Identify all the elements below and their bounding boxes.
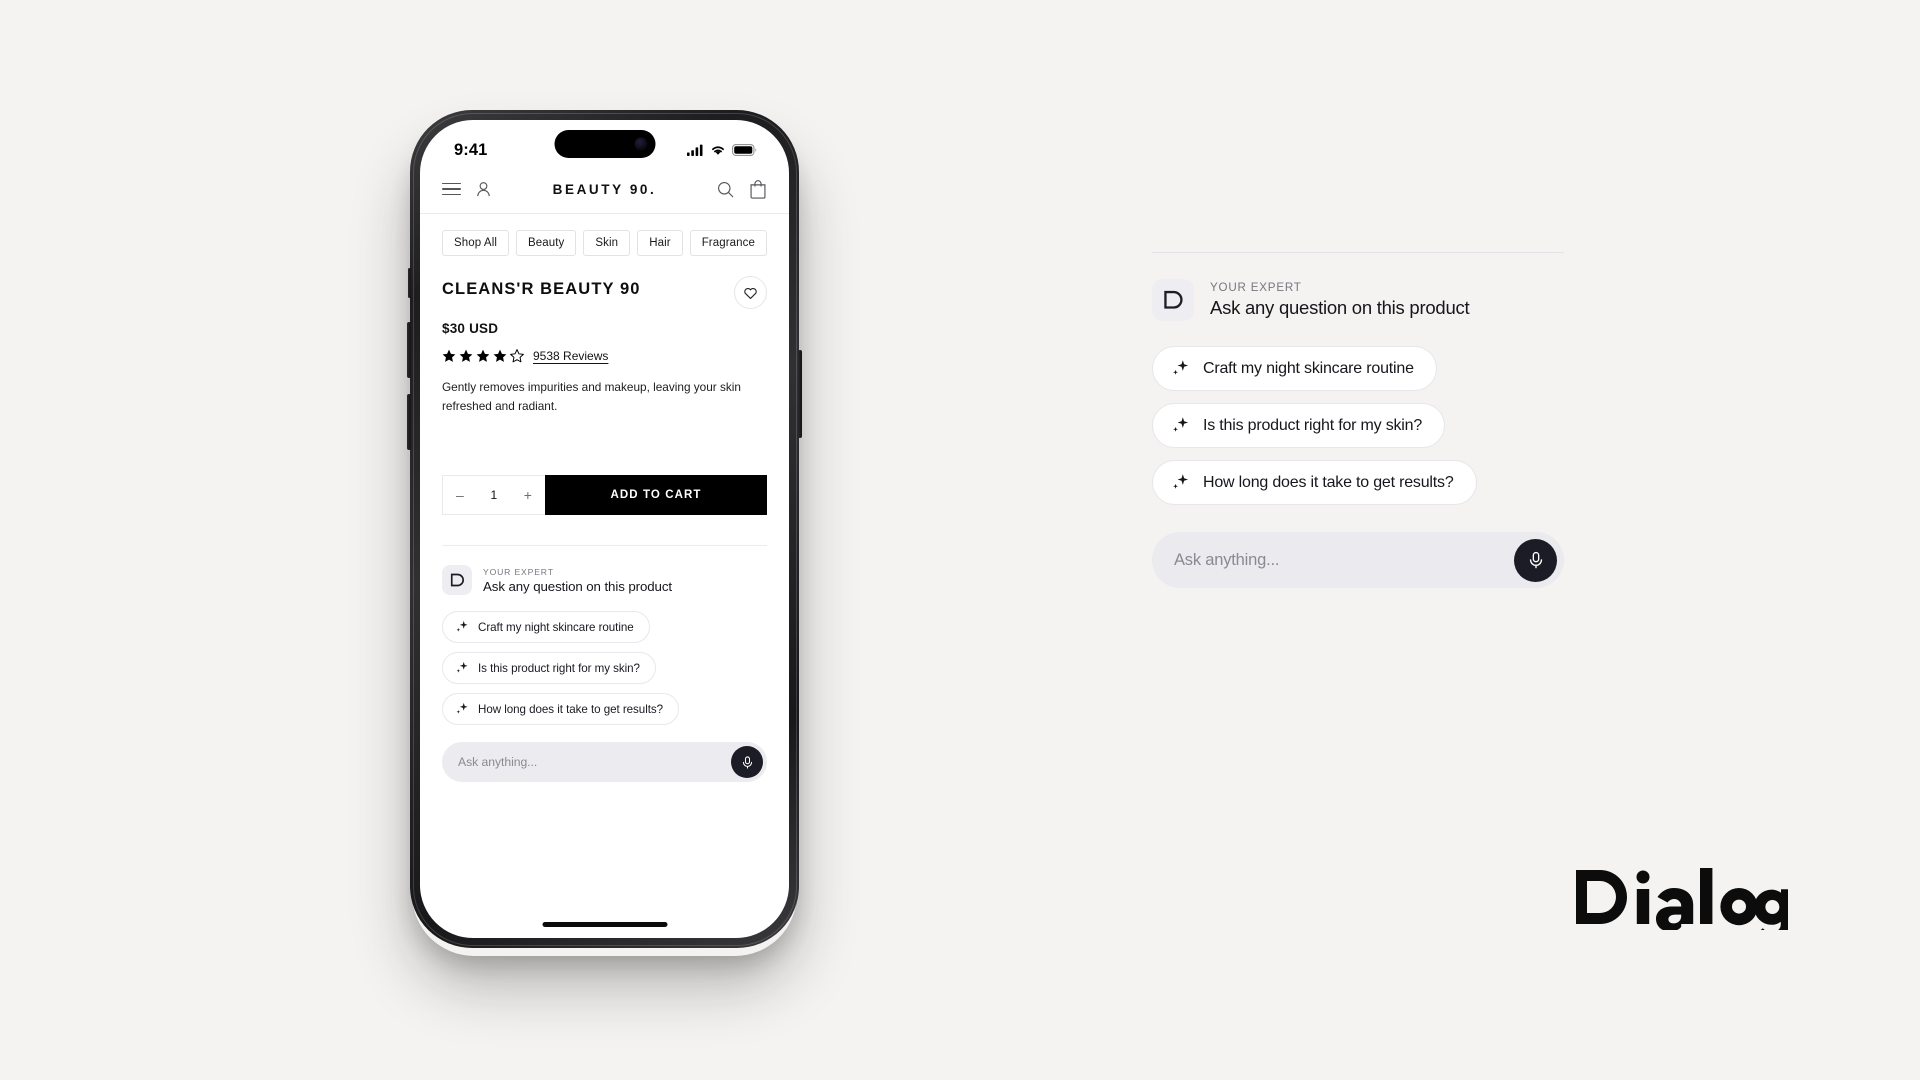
microphone-icon [1529, 551, 1542, 569]
home-indicator [542, 922, 667, 927]
status-icons [687, 138, 757, 156]
ask-input-bar[interactable]: Ask anything... [442, 742, 767, 783]
product-rating: 9538 Reviews [442, 349, 767, 363]
sparkle-icon [1173, 360, 1189, 375]
category-pill-hair[interactable]: Hair [637, 230, 683, 256]
ask-input-placeholder[interactable]: Ask anything... [458, 755, 731, 769]
star-filled-icon [459, 349, 473, 362]
menu-icon[interactable] [442, 182, 461, 196]
header-left-actions [442, 180, 493, 199]
status-bar: 9:41 [420, 120, 789, 174]
phone-silent-switch[interactable] [408, 268, 411, 298]
voice-input-button[interactable] [731, 746, 763, 779]
shopping-bag-icon[interactable] [749, 179, 767, 199]
suggestion-chip[interactable]: Is this product right for my skin? [442, 652, 656, 685]
expert-panel: YOUR EXPERT Ask any question on this pro… [1152, 252, 1564, 588]
star-half-icon [510, 349, 524, 363]
phone-screen: 9:41 BEAUTY 90. Shop All Beauty Skin Hai… [420, 120, 789, 938]
panel-headline: Ask any question on this product [1210, 297, 1470, 318]
ask-input-bar[interactable]: Ask anything... [1152, 532, 1564, 588]
microphone-icon [742, 756, 752, 769]
star-rating [442, 349, 524, 363]
panel-text-group: YOUR EXPERT Ask any question on this pro… [1210, 281, 1470, 319]
panel-suggestion-list: Craft my night skincare routine Is this … [1152, 346, 1564, 505]
phone-power-button[interactable] [798, 350, 802, 438]
screenshot-root: 9:41 BEAUTY 90. Shop All Beauty Skin Hai… [0, 0, 1920, 1080]
category-pill-fragrance[interactable]: Fragrance [689, 230, 768, 256]
purchase-row: – 1 + ADD TO CART [442, 475, 767, 516]
category-pill-shop-all[interactable]: Shop All [442, 230, 509, 256]
phone-frame: 9:41 BEAUTY 90. Shop All Beauty Skin Hai… [407, 110, 802, 948]
quantity-decrement-button[interactable]: – [456, 488, 464, 502]
expert-header: YOUR EXPERT Ask any question on this pro… [442, 565, 767, 596]
panel-top-divider [1152, 252, 1564, 253]
sparkle-icon [456, 621, 468, 632]
dialog-logo-icon [1576, 868, 1793, 943]
add-to-cart-button[interactable]: ADD TO CART [545, 475, 767, 516]
category-pill-beauty[interactable]: Beauty [516, 230, 577, 256]
front-camera-icon [634, 137, 647, 151]
star-filled-icon [442, 349, 456, 362]
account-icon[interactable] [474, 180, 493, 199]
dialog-d-icon [1163, 290, 1183, 309]
panel-avatar [1152, 279, 1194, 321]
suggestion-chip-label: How long does it take to get results? [1203, 473, 1454, 491]
product-title-row: CLEANS'R BEAUTY 90 [442, 276, 767, 309]
suggestion-chip[interactable]: How long does it take to get results? [442, 693, 680, 726]
category-filter-bar: Shop All Beauty Skin Hair Fragrance [420, 214, 789, 256]
phone-mockup: 9:41 BEAUTY 90. Shop All Beauty Skin Hai… [402, 110, 807, 955]
store-header: BEAUTY 90. [420, 174, 789, 214]
status-time: 9:41 [454, 140, 488, 159]
category-pill-skin[interactable]: Skin [583, 230, 631, 256]
quantity-stepper[interactable]: – 1 + [442, 475, 545, 516]
sparkle-icon [1173, 474, 1189, 489]
header-right-actions [716, 179, 767, 199]
wifi-icon [712, 146, 724, 155]
suggestion-chip-label: Craft my night skincare routine [1203, 359, 1414, 377]
expert-headline: Ask any question on this product [483, 578, 672, 594]
suggestion-chip-label: Craft my night skincare routine [478, 620, 634, 634]
wishlist-button[interactable] [734, 276, 767, 309]
dialog-wordmark [1573, 868, 1793, 943]
expert-text-group: YOUR EXPERT Ask any question on this pro… [483, 567, 672, 594]
expert-widget: YOUR EXPERT Ask any question on this pro… [420, 546, 789, 783]
product-details: CLEANS'R BEAUTY 90 $30 USD 9538 Reviews … [420, 256, 789, 415]
panel-eyebrow: YOUR EXPERT [1210, 281, 1302, 294]
panel-header: YOUR EXPERT Ask any question on this pro… [1152, 279, 1564, 321]
search-icon[interactable] [716, 180, 735, 199]
quantity-value: 1 [490, 488, 498, 503]
suggestion-chip[interactable]: How long does it take to get results? [1152, 460, 1477, 505]
sparkle-icon [1173, 417, 1189, 432]
star-filled-icon [476, 349, 490, 362]
expert-suggestion-list: Craft my night skincare routine Is this … [442, 611, 767, 726]
expert-avatar [442, 565, 472, 596]
dialog-d-icon [450, 573, 464, 587]
heart-icon [744, 287, 757, 299]
suggestion-chip-label: Is this product right for my skin? [478, 661, 640, 675]
phone-volume-up-button[interactable] [407, 322, 411, 378]
suggestion-chip[interactable]: Is this product right for my skin? [1152, 403, 1446, 448]
product-title: CLEANS'R BEAUTY 90 [442, 280, 641, 298]
expert-eyebrow: YOUR EXPERT [483, 566, 554, 577]
sparkle-icon [456, 703, 468, 714]
suggestion-chip-label: Is this product right for my skin? [1203, 416, 1423, 434]
phone-volume-down-button[interactable] [407, 394, 411, 450]
suggestion-chip[interactable]: Craft my night skincare routine [442, 611, 650, 644]
voice-input-button[interactable] [1514, 538, 1557, 582]
ask-input-placeholder[interactable]: Ask anything... [1174, 551, 1514, 570]
cellular-signal-icon [687, 144, 703, 156]
store-brand-title: BEAUTY 90. [552, 181, 657, 197]
reviews-link[interactable]: 9538 Reviews [533, 349, 608, 363]
quantity-increment-button[interactable]: + [524, 488, 532, 502]
product-price: $30 USD [442, 321, 499, 336]
battery-icon [732, 144, 757, 156]
star-filled-icon [493, 349, 507, 362]
sparkle-icon [456, 662, 468, 673]
product-description: Gently removes impurities and makeup, le… [442, 380, 741, 413]
suggestion-chip-label: How long does it take to get results? [478, 702, 664, 716]
dynamic-island [554, 130, 655, 158]
suggestion-chip[interactable]: Craft my night skincare routine [1152, 346, 1437, 391]
